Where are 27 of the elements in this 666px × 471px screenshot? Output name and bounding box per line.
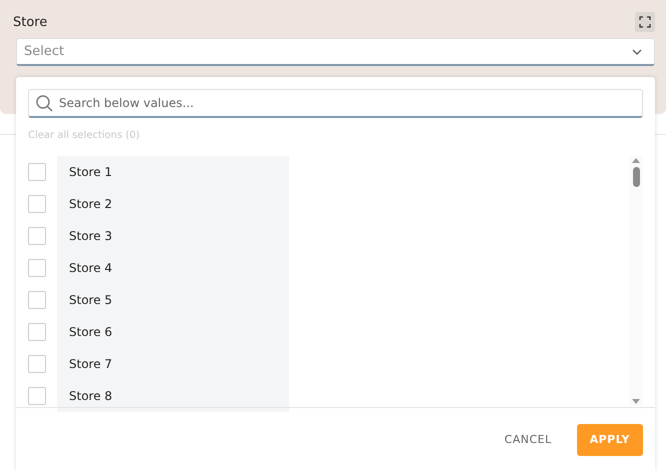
search-icon xyxy=(36,95,53,112)
checkbox[interactable] xyxy=(28,259,46,277)
store-option[interactable]: Store 4 xyxy=(57,252,289,284)
checkbox[interactable] xyxy=(28,387,46,405)
scroll-down-icon[interactable] xyxy=(632,399,640,404)
store-option[interactable]: Store 5 xyxy=(57,284,289,316)
search-field[interactable]: Search below values... xyxy=(28,89,643,118)
cancel-button[interactable]: CANCEL xyxy=(491,424,565,456)
checkbox[interactable] xyxy=(28,291,46,309)
store-option[interactable]: Store 8 xyxy=(57,380,289,412)
scroll-thumb[interactable] xyxy=(632,167,640,187)
chevron-icon xyxy=(632,48,642,54)
scrollbar[interactable] xyxy=(629,156,643,406)
checkbox[interactable] xyxy=(28,355,46,373)
store-option[interactable]: Store 6 xyxy=(57,316,289,348)
store-option[interactable]: Store 1 xyxy=(57,156,289,188)
scroll-up-icon[interactable] xyxy=(632,158,640,163)
store-option[interactable]: Store 2 xyxy=(57,188,289,220)
expand-icon[interactable] xyxy=(635,12,655,32)
checkbox[interactable] xyxy=(28,323,46,341)
store-option[interactable]: Store 7 xyxy=(57,348,289,380)
field-label: Store xyxy=(13,14,48,30)
select-dropdown[interactable]: Select xyxy=(16,38,655,66)
store-option[interactable]: Store 3 xyxy=(57,220,289,252)
checkbox[interactable] xyxy=(28,195,46,213)
checkbox[interactable] xyxy=(28,227,46,245)
checkbox[interactable] xyxy=(28,163,46,181)
